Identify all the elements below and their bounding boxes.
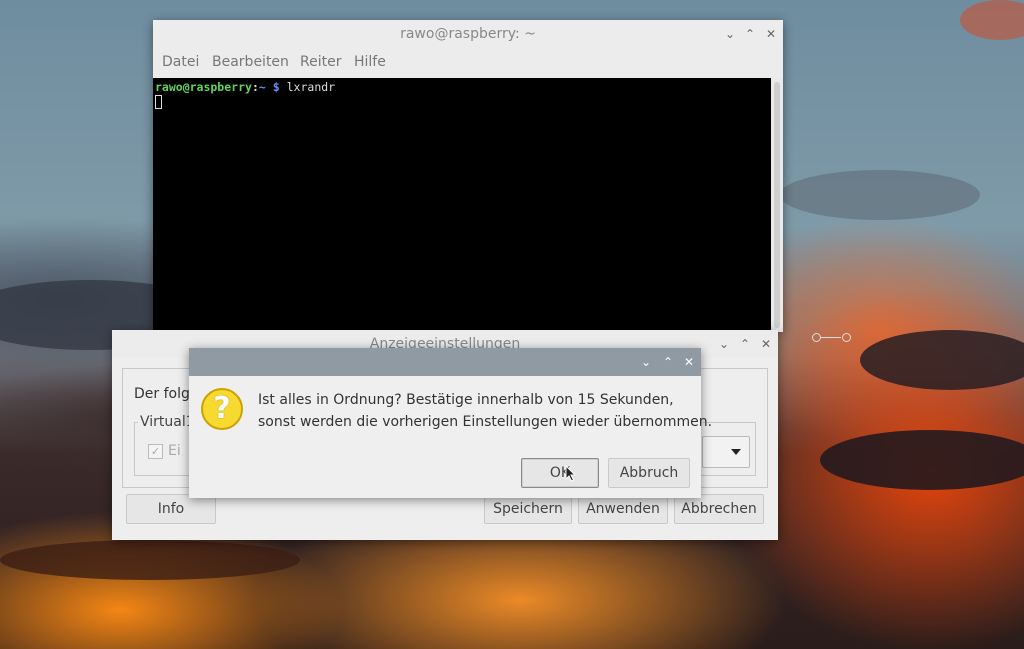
info-button[interactable]: Info — [126, 494, 216, 524]
prompt-line: rawo@raspberry:~ $ lxrandr — [155, 80, 335, 94]
prompt-path: ~ — [258, 80, 266, 94]
prompt-separator: : — [251, 80, 259, 94]
menubar: Datei Bearbeiten Reiter Hilfe — [153, 48, 783, 78]
resolution-dropdown[interactable] — [702, 436, 750, 468]
terminal-output[interactable]: rawo@raspberry:~ $ lxrandr — [153, 78, 771, 330]
abort-button[interactable]: Abbruch — [608, 458, 690, 488]
terminal-scrollbar[interactable] — [771, 78, 783, 330]
apply-button[interactable]: Anwenden — [578, 494, 668, 524]
save-button[interactable]: Speichern — [484, 494, 572, 524]
minimize-icon[interactable]: ⌄ — [721, 20, 739, 48]
desktop-connector-glyph — [812, 332, 851, 342]
menu-datei[interactable]: Datei — [162, 54, 199, 70]
close-icon[interactable]: ✕ — [757, 330, 775, 358]
command-text: lxrandr — [286, 80, 336, 94]
maximize-icon[interactable]: ⌃ — [659, 348, 677, 376]
maximize-icon[interactable]: ⌃ — [736, 330, 754, 358]
close-icon[interactable]: ✕ — [762, 20, 780, 48]
cloud — [860, 330, 1024, 390]
cloud — [780, 170, 980, 220]
dialog-titlebar[interactable] — [189, 348, 701, 376]
chevron-down-icon — [731, 449, 741, 455]
message-line-2: sonst werden die vorherigen Einstellunge… — [258, 414, 713, 430]
window-title: rawo@raspberry: ~ — [400, 26, 536, 42]
menu-reiter[interactable]: Reiter — [300, 54, 341, 70]
close-icon[interactable]: ✕ — [680, 348, 698, 376]
maximize-icon[interactable]: ⌃ — [741, 20, 759, 48]
message-line-1: Ist alles in Ordnung? Bestätige innerhal… — [258, 392, 674, 408]
dialog-message: Ist alles in Ordnung? Bestätige innerhal… — [258, 389, 712, 433]
cancel-button[interactable]: Abbrechen — [674, 494, 764, 524]
ok-button[interactable]: OK — [521, 458, 599, 488]
minimize-icon[interactable]: ⌄ — [715, 330, 733, 358]
terminal-titlebar[interactable]: rawo@raspberry: ~ — [153, 20, 783, 48]
menu-hilfe[interactable]: Hilfe — [354, 54, 386, 70]
question-icon: ? — [201, 388, 243, 430]
menu-bearbeiten[interactable]: Bearbeiten — [212, 54, 289, 70]
cloud — [820, 430, 1024, 490]
description-text: Der folg — [134, 386, 190, 402]
text-cursor — [155, 95, 162, 109]
mouse-pointer-icon — [565, 465, 577, 482]
confirm-dialog: ⌄ ⌃ ✕ ? Ist alles in Ordnung? Bestätige … — [189, 348, 712, 498]
prompt-symbol: $ — [272, 80, 280, 94]
prompt-user: rawo@raspberry — [155, 80, 252, 94]
cloud — [0, 540, 300, 580]
enable-checkbox-label: Ei — [168, 443, 181, 459]
scrollbar-thumb[interactable] — [774, 82, 780, 328]
monitor-group-label: Virtual1 — [138, 414, 197, 430]
cloud — [960, 0, 1024, 40]
minimize-icon[interactable]: ⌄ — [637, 348, 655, 376]
terminal-window: rawo@raspberry: ~ ⌄ ⌃ ✕ Datei Bearbeiten… — [153, 20, 783, 332]
enable-checkbox[interactable]: ✓ — [148, 444, 163, 459]
